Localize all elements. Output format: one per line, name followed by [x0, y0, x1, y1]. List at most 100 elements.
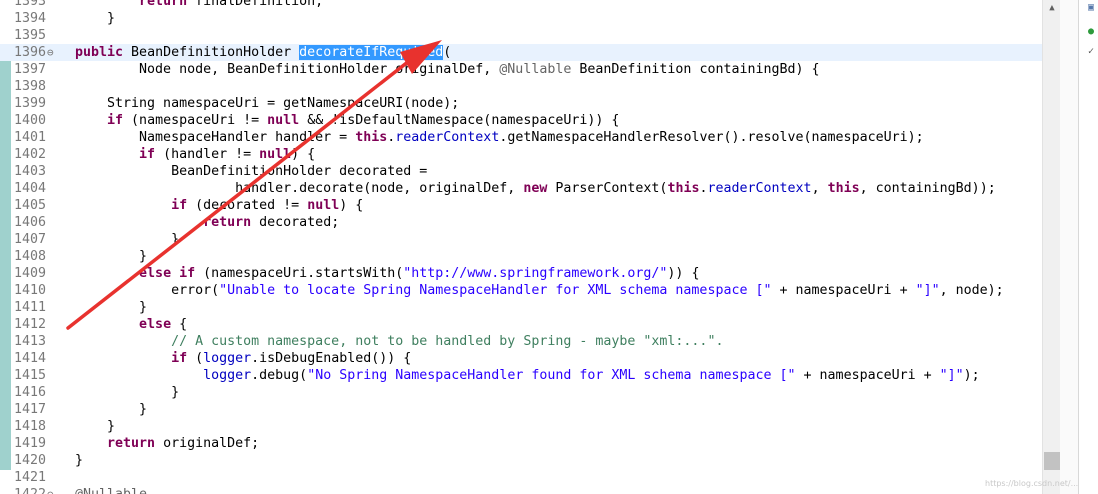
code-line[interactable]: 1402 if (handler != null) {: [0, 146, 1042, 163]
code-line[interactable]: 1410 error("Unable to locate Spring Name…: [0, 282, 1042, 299]
code-token: error(: [75, 283, 220, 298]
code-line[interactable]: 1418 }: [0, 418, 1042, 435]
code-line[interactable]: 1413 // A custom namespace, not to be ha…: [0, 333, 1042, 350]
code-token: "]": [915, 283, 940, 298]
line-number: 1410: [13, 283, 46, 298]
code-token: )) {: [667, 266, 700, 281]
line-number: 1415: [13, 368, 46, 383]
code-token: + namespaceUri +: [795, 368, 940, 383]
code-text: Node node, BeanDefinitionHolder original…: [75, 61, 820, 78]
line-number: 1420: [13, 453, 46, 468]
code-line[interactable]: 1409 else if (namespaceUri.startsWith("h…: [0, 265, 1042, 282]
code-editor[interactable]: 1393 return finalDefinition; 1394 } 1395 13…: [0, 0, 1042, 494]
code-token: originalDef;: [155, 436, 260, 451]
code-text: if (decorated != null) {: [75, 197, 363, 214]
code-text: }: [75, 418, 115, 435]
code-token: @Nullable: [75, 487, 147, 494]
code-line[interactable]: 1411 }: [0, 299, 1042, 316]
code-line[interactable]: 1419 return originalDef;: [0, 435, 1042, 452]
code-line[interactable]: 1406 return decorated;: [0, 214, 1042, 231]
line-number: 1402: [13, 147, 46, 162]
code-line[interactable]: 1401 NamespaceHandler handler = this.rea…: [0, 129, 1042, 146]
code-text: return decorated;: [75, 214, 339, 231]
line-number: 1413: [13, 334, 46, 349]
code-token: finalDefinition;: [187, 0, 324, 9]
code-token: }: [75, 402, 148, 417]
line-number: 1403: [13, 164, 46, 179]
code-line[interactable]: 1422⊖ @Nullable: [0, 486, 1042, 494]
selected-method-name: decorateIfRequired: [299, 45, 444, 60]
code-token: // A custom namespace, not to be handled…: [171, 334, 724, 349]
code-text: // A custom namespace, not to be handled…: [75, 333, 723, 350]
code-line[interactable]: 1404 handler.decorate(node, originalDef,…: [0, 180, 1042, 197]
code-token: && !isDefaultNamespace(namespaceUri)) {: [299, 113, 620, 128]
code-token: if: [139, 147, 156, 162]
code-line[interactable]: 1394 }: [0, 10, 1042, 27]
code-line[interactable]: 1408 }: [0, 248, 1042, 265]
code-line[interactable]: 1416 }: [0, 384, 1042, 401]
code-line[interactable]: 1417 }: [0, 401, 1042, 418]
line-number: 1417: [13, 402, 46, 417]
code-text: handler.decorate(node, originalDef, new …: [75, 180, 996, 197]
code-text: }: [75, 401, 147, 418]
line-number: 1401: [13, 130, 46, 145]
code-token: }: [75, 300, 148, 315]
code-line[interactable]: 1415 logger.debug("No Spring NamespaceHa…: [0, 367, 1042, 384]
code-token: }: [75, 453, 84, 468]
code-token: , containingBd));: [859, 181, 996, 196]
code-line[interactable]: 1414 if (logger.isDebugEnabled()) {: [0, 350, 1042, 367]
code-line[interactable]: 1395: [0, 27, 1042, 44]
code-token: if: [171, 351, 188, 366]
code-line[interactable]: 1407 }: [0, 231, 1042, 248]
outline-icon[interactable]: ▣: [1088, 2, 1094, 14]
overview-ruler[interactable]: [1060, 0, 1078, 494]
code-token: (namespaceUri.startsWith(: [195, 266, 404, 281]
code-token: BeanDefinitionHolder: [123, 45, 300, 60]
code-token: }: [75, 232, 180, 247]
code-token: @Nullable: [499, 62, 572, 77]
code-line[interactable]: 1399 String namespaceUri = getNamespaceU…: [0, 95, 1042, 112]
line-number: 1396: [13, 45, 46, 60]
code-line[interactable]: 1405 if (decorated != null) {: [0, 197, 1042, 214]
code-line[interactable]: 1420}: [0, 452, 1042, 469]
vertical-scrollbar[interactable]: ▲: [1042, 0, 1061, 494]
check-icon: ✓: [1088, 46, 1095, 57]
code-token: this: [827, 181, 860, 196]
scroll-up-arrow-icon[interactable]: ▲: [1043, 0, 1061, 16]
code-line[interactable]: 1393 return finalDefinition;: [0, 0, 1042, 10]
code-token: if: [107, 113, 124, 128]
code-token: }: [75, 385, 180, 400]
code-token: else: [139, 317, 172, 332]
line-number: 1421: [13, 470, 46, 485]
scrollbar-thumb[interactable]: [1044, 452, 1060, 470]
code-text: if (handler != null) {: [75, 146, 315, 163]
code-token: null: [259, 147, 292, 162]
code-line[interactable]: 1403 BeanDefinitionHolder decorated =: [0, 163, 1042, 180]
code-token: + namespaceUri +: [771, 283, 916, 298]
line-number: 1406: [13, 215, 46, 230]
code-token: new: [523, 181, 548, 196]
fold-toggle-icon[interactable]: ⊖: [47, 44, 54, 61]
code-line[interactable]: 1397 Node node, BeanDefinitionHolder ori…: [0, 61, 1042, 78]
side-panel: ▣ ● ✓: [1078, 0, 1098, 494]
code-token: return: [139, 0, 188, 9]
code-token: "No Spring NamespaceHandler found for XM…: [307, 368, 796, 383]
code-token: }: [75, 11, 116, 26]
code-token: return: [107, 436, 156, 451]
line-number: 1400: [13, 113, 46, 128]
code-text: @Nullable: [75, 486, 147, 494]
line-number: 1422: [0, 486, 46, 494]
code-line[interactable]: 1400 if (namespaceUri != null && !isDefa…: [0, 112, 1042, 129]
code-line[interactable]: 1421: [0, 469, 1042, 486]
fold-toggle-icon[interactable]: ⊖: [47, 486, 54, 494]
code-line[interactable]: 1398: [0, 78, 1042, 95]
code-text: BeanDefinitionHolder decorated =: [75, 163, 427, 180]
code-line[interactable]: 1412 else {: [0, 316, 1042, 333]
code-token: (namespaceUri !=: [123, 113, 268, 128]
code-line[interactable]: 1396 ⊖ public BeanDefinitionHolder decorat…: [0, 44, 1042, 61]
code-text: }: [75, 231, 179, 248]
